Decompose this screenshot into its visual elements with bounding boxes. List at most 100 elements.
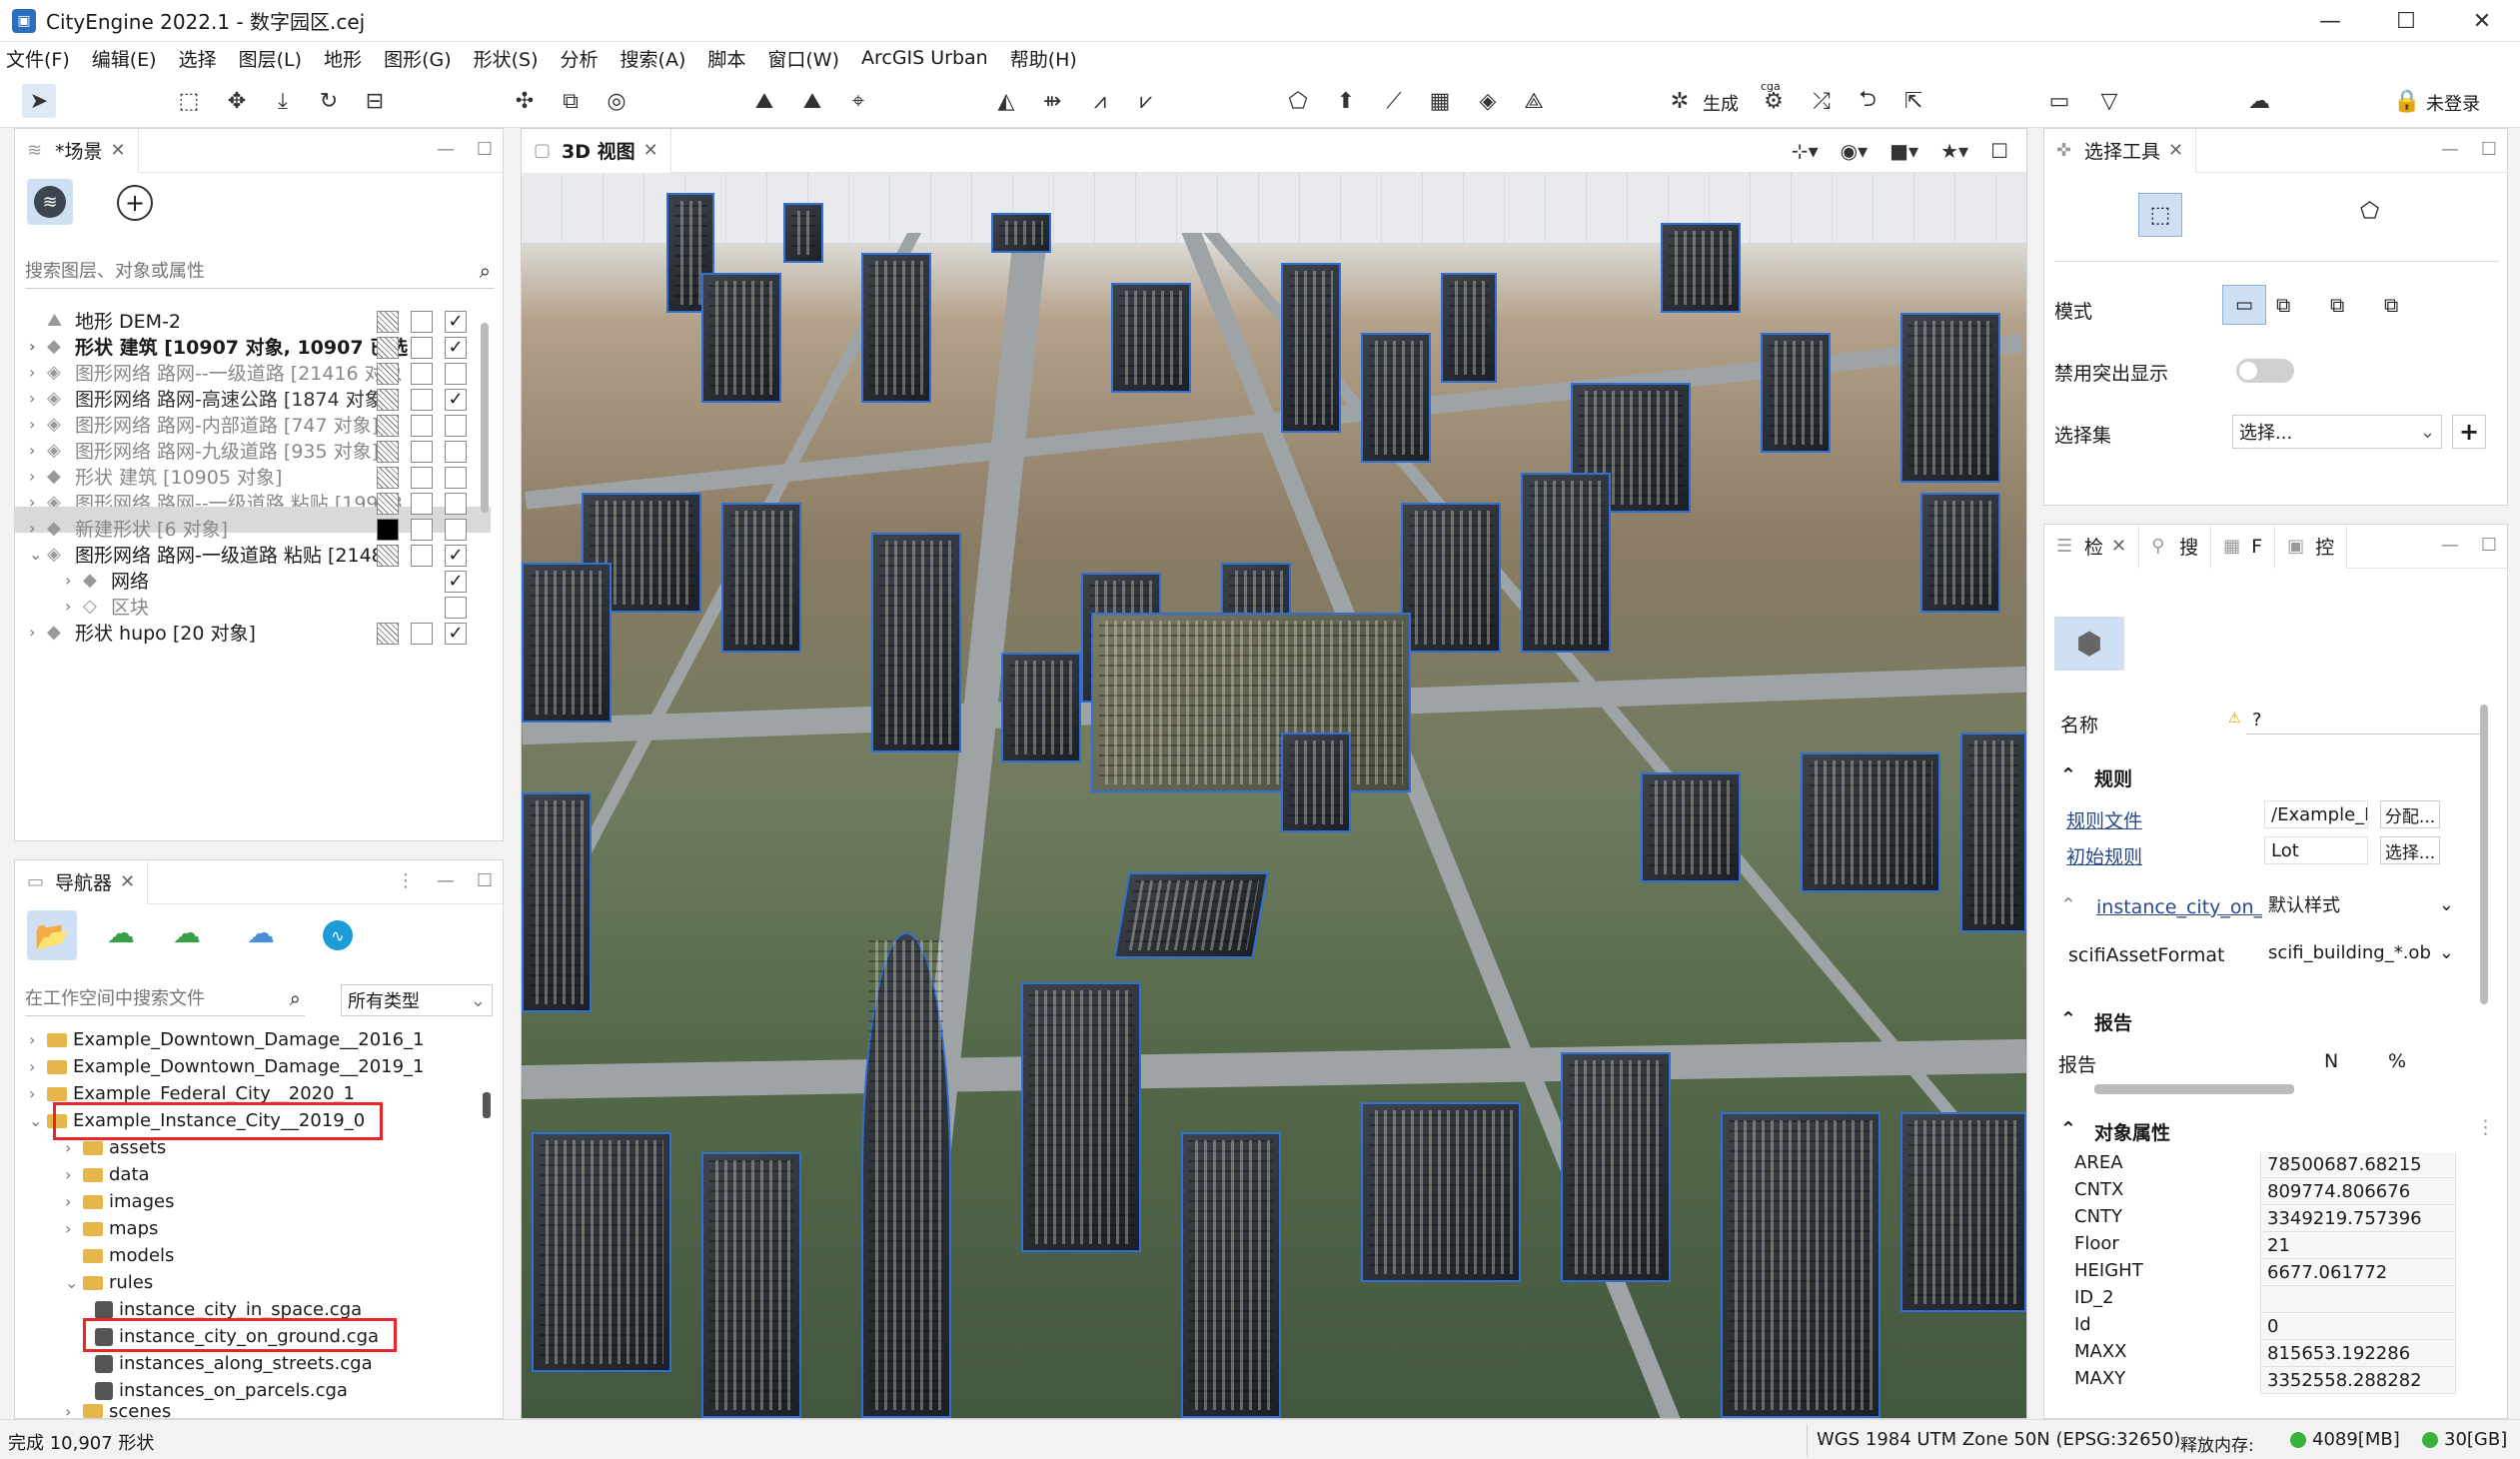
measure-icon[interactable]: ⊟ [358,84,392,118]
mode-remove-icon[interactable]: ⧉ [2330,293,2344,317]
tab-selection-tool[interactable]: ✜ 选择工具 ✕ [2044,128,2197,173]
visibility-checkbox[interactable] [411,493,433,515]
street-align-icon[interactable]: ⩗ [1129,84,1163,118]
collapse-icon[interactable]: ⌃ [2060,1008,2076,1030]
portal-upload-icon[interactable]: ☁ [107,916,135,949]
building[interactable] [522,563,612,723]
building[interactable] [1441,273,1497,383]
minimize-panel-icon[interactable]: — [2441,139,2459,160]
tab-console[interactable]: ▣ 控 [2275,524,2348,569]
tree-item[interactable]: › assets [65,1134,166,1161]
building[interactable] [1801,752,1940,892]
enabled-checkbox[interactable]: ✓ [445,389,467,411]
urban-icon[interactable]: ∿ [323,920,353,950]
scrollbar-thumb[interactable] [483,1092,491,1118]
chevron-right-icon[interactable]: › [65,1138,83,1157]
texture-icon[interactable]: ▦ [1423,84,1457,118]
assign-button[interactable]: 分配... [2380,800,2440,828]
rectangle-select-button[interactable]: ⬚ [2138,193,2182,237]
lock-checkbox[interactable] [377,363,399,385]
start-rule-input[interactable]: Lot [2264,836,2368,864]
building[interactable] [1111,283,1191,393]
lock-checkbox[interactable] [377,493,399,515]
enabled-checkbox[interactable] [445,415,467,437]
ruler-icon[interactable]: ▭ [2042,84,2076,118]
pan-icon[interactable]: ✥ [220,84,254,118]
visibility-checkbox[interactable] [411,363,433,385]
enabled-checkbox[interactable]: ✓ [445,623,467,645]
visibility-checkbox[interactable] [411,337,433,359]
highlight-toggle[interactable] [2236,359,2294,383]
3d-scene-canvas[interactable] [522,173,2026,1418]
shape-align-icon[interactable]: ⟁ [1517,84,1551,118]
maximize-button[interactable]: ☐ [2368,0,2444,42]
select-rule-button[interactable]: 选择... [2380,836,2440,864]
selection-set-select[interactable]: 选择... ⌄ [2232,415,2442,449]
chevron-down-icon[interactable]: ⌄ [29,545,47,564]
visibility-checkbox[interactable] [411,519,433,541]
building[interactable] [1561,1052,1671,1282]
maximize-panel-icon[interactable]: ☐ [1990,139,2008,163]
menu-edit[interactable]: 编辑(E) [92,45,157,72]
minimize-panel-icon[interactable]: — [437,870,455,891]
building[interactable] [1021,982,1141,1252]
add-selection-set-button[interactable]: + [2452,415,2486,449]
search-icon[interactable]: ⌕ [480,259,491,283]
collapse-icon[interactable]: ⌃ [2060,894,2076,916]
enabled-checkbox[interactable]: ✓ [445,311,467,333]
tab-3d-view[interactable]: ▢ 3D 视图 ✕ [522,128,671,173]
rule-file-input[interactable]: /Example_I [2264,800,2368,828]
lock-checkbox[interactable] [377,467,399,489]
building-large-podium[interactable] [1091,613,1411,792]
building[interactable] [1001,653,1081,762]
menu-layer[interactable]: 图层(L) [239,45,302,72]
maximize-panel-icon[interactable]: ☐ [477,870,493,891]
building[interactable] [1361,333,1431,463]
building[interactable] [783,203,823,263]
lock-checkbox[interactable] [377,545,399,567]
menu-terrain[interactable]: 地形 [324,45,362,72]
building[interactable] [1361,1102,1521,1282]
frame-select-icon[interactable]: ⬚ [172,84,206,118]
building[interactable] [1721,1112,1881,1418]
building[interactable] [861,253,931,403]
reset-icon[interactable]: ⮌ [1851,84,1885,118]
lock-checkbox[interactable] [377,389,399,411]
attr-value[interactable]: 3349219.757396 [2260,1204,2456,1232]
terrain-flatten-icon[interactable]: ⌖ [841,84,875,118]
chevron-right-icon[interactable]: › [29,1030,47,1049]
enabled-checkbox[interactable]: ✓ [445,571,467,593]
visibility-checkbox[interactable] [411,441,433,463]
terrain-align-icon[interactable]: ⛰ [747,84,781,118]
enabled-checkbox[interactable] [445,441,467,463]
scrollbar-thumb[interactable] [2480,705,2488,1004]
add-layer-button[interactable]: + [117,185,153,221]
enabled-checkbox[interactable] [445,467,467,489]
file-search-input[interactable] [25,982,265,1014]
tab-f[interactable]: ▦ F [2211,524,2276,569]
orbit-icon[interactable]: ◎ [600,84,633,118]
close-icon[interactable]: ✕ [120,871,135,892]
workspace-folder-button[interactable]: 📂 [27,910,77,960]
minimize-panel-icon[interactable]: — [437,139,455,160]
panel-menu-icon[interactable]: ⋮ [397,870,415,891]
chevron-right-icon[interactable]: › [29,623,47,642]
chevron-down-icon[interactable]: ⌄ [29,1111,47,1130]
login-status[interactable]: 未登录 [2426,90,2480,116]
mode-toggle-icon[interactable]: ⧉ [2384,293,2398,317]
street-grow-icon[interactable]: ⩘ [1083,84,1117,118]
building[interactable] [1920,493,2000,613]
attr-value[interactable] [2260,1285,2456,1313]
building[interactable] [1181,1132,1281,1418]
tree-item[interactable]: › Example_Downtown_Damage__2016_1 [29,1026,425,1053]
tree-item[interactable]: ⌄ rules [65,1269,153,1296]
building[interactable] [522,792,592,1012]
menu-search[interactable]: 搜索(A) [621,45,686,72]
mode-new-button[interactable]: ▭ [2222,285,2266,325]
name-input[interactable]: ? [2246,707,2486,734]
section-menu-icon[interactable]: ⋮ [2476,1116,2495,1138]
tree-item[interactable]: models [65,1242,174,1269]
building[interactable] [1661,223,1741,313]
layer-search-input[interactable] [25,255,455,287]
weather-icon[interactable]: ☁ [2242,84,2276,118]
